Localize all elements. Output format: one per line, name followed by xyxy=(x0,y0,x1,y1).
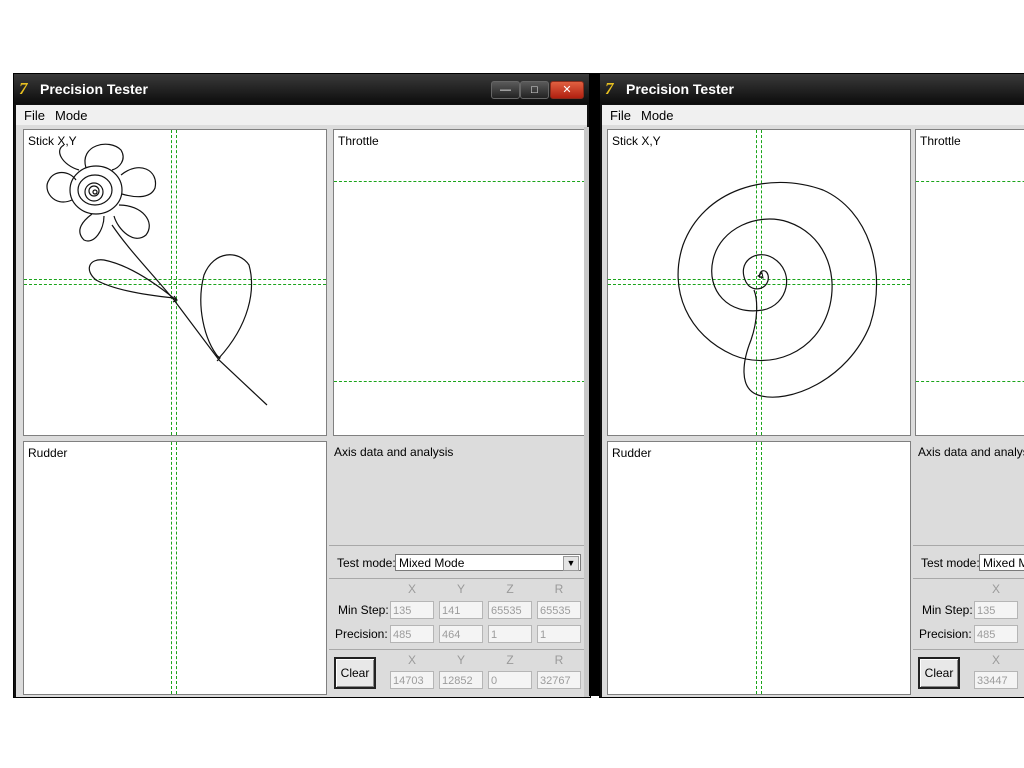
rudder-plot[interactable]: Rudder xyxy=(607,441,911,695)
window-title: Precision Tester xyxy=(626,81,734,97)
precision-tester-window-left: 7 Precision Tester — □ ✕ File Mode Stick… xyxy=(13,73,591,698)
pos-x-header: X xyxy=(407,653,416,667)
clear-button[interactable]: Clear xyxy=(334,657,376,689)
throttle-label: Throttle xyxy=(920,134,961,148)
test-mode-select[interactable]: Mixed Mode ▼ xyxy=(395,554,581,571)
menu-bar: File Mode xyxy=(16,105,587,125)
rudder-plot[interactable]: Rudder xyxy=(23,441,327,695)
chevron-down-icon[interactable]: ▼ xyxy=(563,556,579,571)
test-mode-label: Test mode: xyxy=(337,556,396,570)
rudder-center-guide xyxy=(171,442,177,694)
pos-y-header: Y xyxy=(456,653,465,667)
pos-r-header: R xyxy=(554,653,564,667)
rudder-label: Rudder xyxy=(612,446,652,460)
precision-y-field: 464 xyxy=(439,625,483,643)
min-step-z-field: 65535 xyxy=(488,601,532,619)
clear-button[interactable]: Clear xyxy=(918,657,960,689)
precision-label: Precision: xyxy=(919,627,972,641)
precision-x-field: 485 xyxy=(974,625,1018,643)
position-x-field: 33447 xyxy=(974,671,1018,689)
window-client-area: File Mode Stick X,Y Throttle Rudder Axis… xyxy=(602,105,1024,697)
col-x-header: X xyxy=(991,582,1000,596)
analysis-separator-2 xyxy=(913,578,1024,579)
analysis-title: Axis data and analysis xyxy=(334,445,454,459)
menu-mode[interactable]: Mode xyxy=(641,108,674,123)
min-step-r-field: 65535 xyxy=(537,601,581,619)
position-x-field: 14703 xyxy=(390,671,434,689)
analysis-separator-1 xyxy=(913,545,1024,546)
test-mode-value: Mixed Mode xyxy=(399,556,465,570)
throttle-label: Throttle xyxy=(338,134,379,148)
close-button[interactable]: ✕ xyxy=(550,81,584,99)
precision-z-field: 1 xyxy=(488,625,532,643)
title-bar[interactable]: 7 Precision Tester — □ ✕ xyxy=(14,74,590,104)
throttle-upper-guide xyxy=(916,181,1024,182)
min-step-label: Min Step: xyxy=(338,603,389,617)
menu-mode[interactable]: Mode xyxy=(55,108,88,123)
background-window-gap xyxy=(589,73,599,696)
throttle-lower-guide xyxy=(334,381,585,382)
min-step-y-field: 141 xyxy=(439,601,483,619)
minimize-button[interactable]: — xyxy=(491,81,520,99)
position-z-field: 0 xyxy=(488,671,532,689)
pos-x-header: X xyxy=(991,653,1000,667)
app-logo-icon: 7 xyxy=(19,79,28,98)
stick-xy-plot[interactable]: Stick X,Y xyxy=(23,129,327,436)
rudder-center-guide xyxy=(756,442,762,694)
test-mode-label: Test mode: xyxy=(921,556,980,570)
test-mode-value: Mixed Mo xyxy=(983,556,1024,570)
throttle-upper-guide xyxy=(334,181,585,182)
pos-z-header: Z xyxy=(506,653,514,667)
throttle-plot[interactable]: Throttle xyxy=(915,129,1024,436)
window-title: Precision Tester xyxy=(40,81,148,97)
rudder-label: Rudder xyxy=(28,446,68,460)
test-mode-select[interactable]: Mixed Mo xyxy=(979,554,1024,571)
window-client-area: File Mode Stick X,Y Throttle Rudder Axis… xyxy=(16,105,590,697)
analysis-title: Axis data and analysis xyxy=(918,445,1024,459)
spiral-trace-drawing xyxy=(677,181,878,398)
min-step-x-field: 135 xyxy=(390,601,434,619)
precision-x-field: 485 xyxy=(390,625,434,643)
stick-xy-plot[interactable]: Stick X,Y xyxy=(607,129,911,436)
throttle-lower-guide xyxy=(916,381,1024,382)
title-bar[interactable]: 7 Precision Tester xyxy=(600,74,1024,104)
position-y-field: 12852 xyxy=(439,671,483,689)
flower-trace-drawing xyxy=(46,143,268,406)
app-logo-icon: 7 xyxy=(605,79,614,98)
position-r-field: 32767 xyxy=(537,671,581,689)
min-step-label: Min Step: xyxy=(922,603,973,617)
precision-label: Precision: xyxy=(335,627,388,641)
analysis-separator-3 xyxy=(329,649,587,650)
col-z-header: Z xyxy=(506,582,514,596)
precision-r-field: 1 xyxy=(537,625,581,643)
menu-file[interactable]: File xyxy=(610,108,631,123)
throttle-plot[interactable]: Throttle xyxy=(333,129,586,436)
axis-analysis-area: Axis data and analysis Test mode: Mixed … xyxy=(913,439,1024,694)
min-step-x-field: 135 xyxy=(974,601,1018,619)
axis-analysis-area: Axis data and analysis Test mode: Mixed … xyxy=(329,439,587,694)
col-x-header: X xyxy=(407,582,416,596)
menu-bar: File Mode xyxy=(602,105,1024,125)
analysis-separator-3 xyxy=(913,649,1024,650)
col-y-header: Y xyxy=(456,582,465,596)
precision-tester-window-right: 7 Precision Tester File Mode Stick X,Y T… xyxy=(599,73,1024,698)
menu-file[interactable]: File xyxy=(24,108,45,123)
analysis-separator-2 xyxy=(329,578,587,579)
col-r-header: R xyxy=(554,582,564,596)
maximize-button[interactable]: □ xyxy=(520,81,549,99)
analysis-separator-1 xyxy=(329,545,587,546)
